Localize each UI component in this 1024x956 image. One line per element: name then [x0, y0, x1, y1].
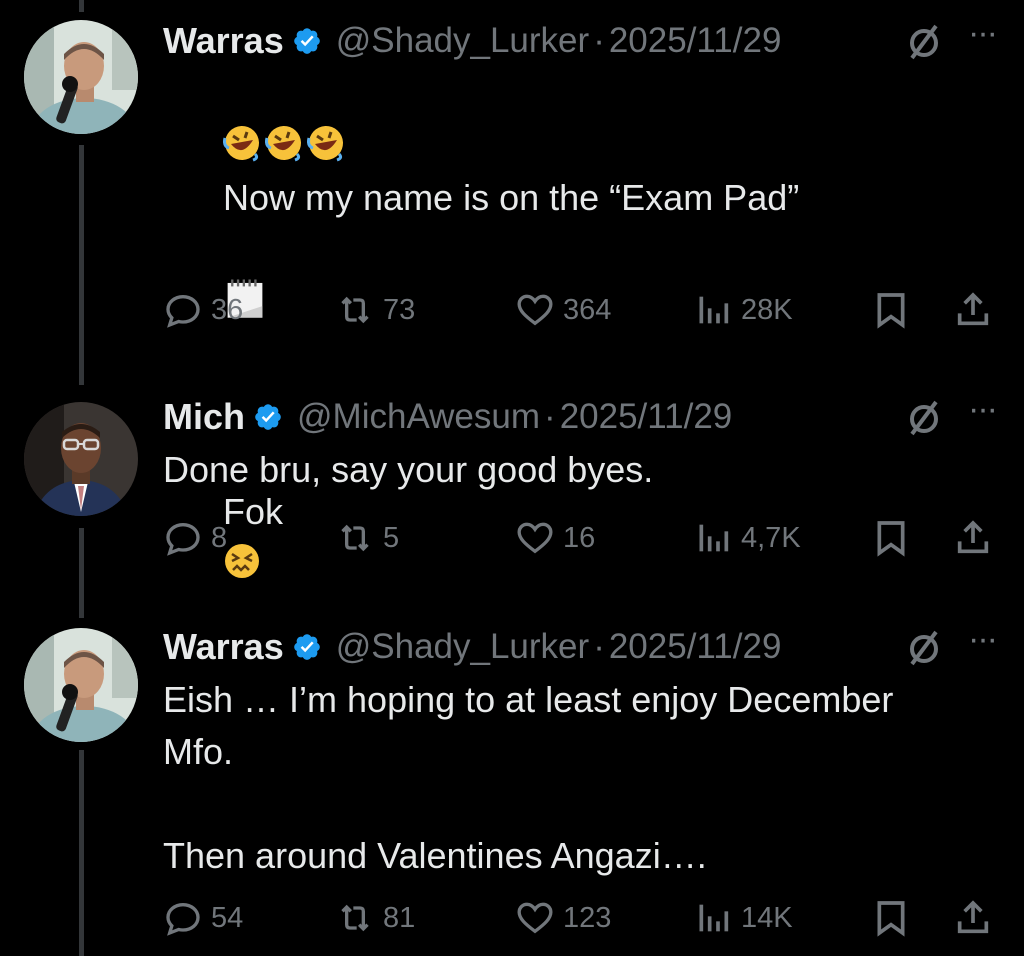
views-chart-icon [699, 296, 729, 324]
avatar[interactable] [24, 20, 138, 134]
reply-count: 36 [211, 293, 244, 326]
retweet-count: 73 [383, 293, 416, 326]
thread-line [79, 145, 84, 385]
view-count: 14K [741, 901, 793, 934]
bookmark-icon [877, 521, 905, 557]
share-icon [957, 292, 989, 326]
retweet-icon [341, 296, 369, 324]
tweet-actions: 54 81 123 14K [163, 898, 1000, 942]
more-icon[interactable]: ··· [962, 622, 1002, 664]
like-count: 123 [563, 901, 612, 934]
tweet-header: Mich @MichAwesum · 2025/11/29 ··· [163, 392, 1002, 440]
display-name[interactable]: Warras [163, 20, 284, 62]
share-button[interactable] [953, 518, 993, 558]
display-name[interactable]: Warras [163, 626, 284, 668]
tweet-date[interactable]: 2025/11/29 [609, 21, 782, 61]
verified-badge-icon [293, 634, 320, 660]
bookmark-button[interactable] [871, 898, 911, 938]
share-button[interactable] [953, 290, 993, 330]
like-button[interactable]: 364 [515, 290, 611, 330]
rolling-on-floor-laughing-icon [307, 125, 349, 166]
tweet-text: Done bru, say your good byes. [163, 449, 654, 490]
tweet-date[interactable]: 2025/11/29 [560, 397, 733, 437]
tweet-text: Eish … I’m hoping to at least enjoy Dece… [163, 679, 894, 876]
grok-icon[interactable] [904, 628, 944, 668]
views-button[interactable]: 4,7K [693, 518, 801, 558]
avatar[interactable] [24, 628, 138, 742]
like-count: 364 [563, 293, 612, 326]
reply-count: 8 [211, 521, 228, 554]
retweet-button[interactable]: 81 [335, 898, 415, 938]
avatar[interactable] [24, 402, 138, 516]
bookmark-icon [877, 901, 905, 937]
heart-icon [517, 522, 553, 554]
more-icon[interactable]: ··· [962, 16, 1002, 58]
separator-dot: · [593, 21, 605, 60]
view-count: 28K [741, 293, 793, 326]
heart-icon [517, 294, 553, 326]
tweet-date[interactable]: 2025/11/29 [609, 627, 782, 667]
reply-count: 54 [211, 901, 244, 934]
reply-button[interactable]: 36 [163, 290, 243, 330]
share-button[interactable] [953, 898, 993, 938]
bookmark-button[interactable] [871, 290, 911, 330]
views-button[interactable]: 28K [693, 290, 793, 330]
tweet-header: Warras @Shady_Lurker · 2025/11/29 ··· [163, 16, 1002, 64]
like-count: 16 [563, 521, 596, 554]
verified-badge-icon [293, 28, 320, 54]
retweet-button[interactable]: 5 [335, 518, 399, 558]
bookmark-icon [877, 293, 905, 329]
retweet-count: 5 [383, 521, 400, 554]
user-handle[interactable]: @MichAwesum [297, 397, 540, 437]
like-button[interactable]: 16 [515, 518, 595, 558]
retweet-count: 81 [383, 901, 416, 934]
reply-button[interactable]: 54 [163, 898, 243, 938]
tweet-actions: 36 73 364 28K [163, 290, 1000, 334]
user-handle[interactable]: @Shady_Lurker [336, 21, 589, 61]
display-name[interactable]: Mich [163, 396, 245, 438]
reply-icon [166, 902, 200, 936]
grok-icon[interactable] [904, 22, 944, 62]
reply-button[interactable]: 8 [163, 518, 227, 558]
view-count: 4,7K [741, 521, 801, 554]
retweet-icon [341, 524, 369, 552]
tweet-header: Warras @Shady_Lurker · 2025/11/29 ··· [163, 622, 1002, 670]
thread-line [79, 0, 84, 12]
reply-icon [166, 522, 200, 556]
share-icon [957, 900, 989, 934]
views-chart-icon [699, 904, 729, 932]
views-button[interactable]: 14K [693, 898, 793, 938]
tweet-actions: 8 5 16 4,7K [163, 518, 1000, 562]
retweet-icon [341, 904, 369, 932]
user-handle[interactable]: @Shady_Lurker [336, 627, 589, 667]
grok-icon[interactable] [904, 398, 944, 438]
tweet-text-line: Now my name is on the “Exam Pad” [223, 177, 800, 218]
separator-dot: · [544, 397, 556, 436]
bookmark-button[interactable] [871, 518, 911, 558]
thread-line [79, 750, 84, 956]
like-button[interactable]: 123 [515, 898, 611, 938]
thread-line [79, 528, 84, 618]
rolling-on-floor-laughing-icon [265, 125, 307, 166]
share-icon [957, 520, 989, 554]
more-icon[interactable]: ··· [962, 392, 1002, 434]
separator-dot: · [593, 627, 605, 666]
retweet-button[interactable]: 73 [335, 290, 415, 330]
rolling-on-floor-laughing-icon [223, 125, 265, 166]
views-chart-icon [699, 524, 729, 552]
heart-icon [517, 902, 553, 934]
verified-badge-icon [255, 404, 281, 430]
reply-icon [166, 294, 200, 328]
